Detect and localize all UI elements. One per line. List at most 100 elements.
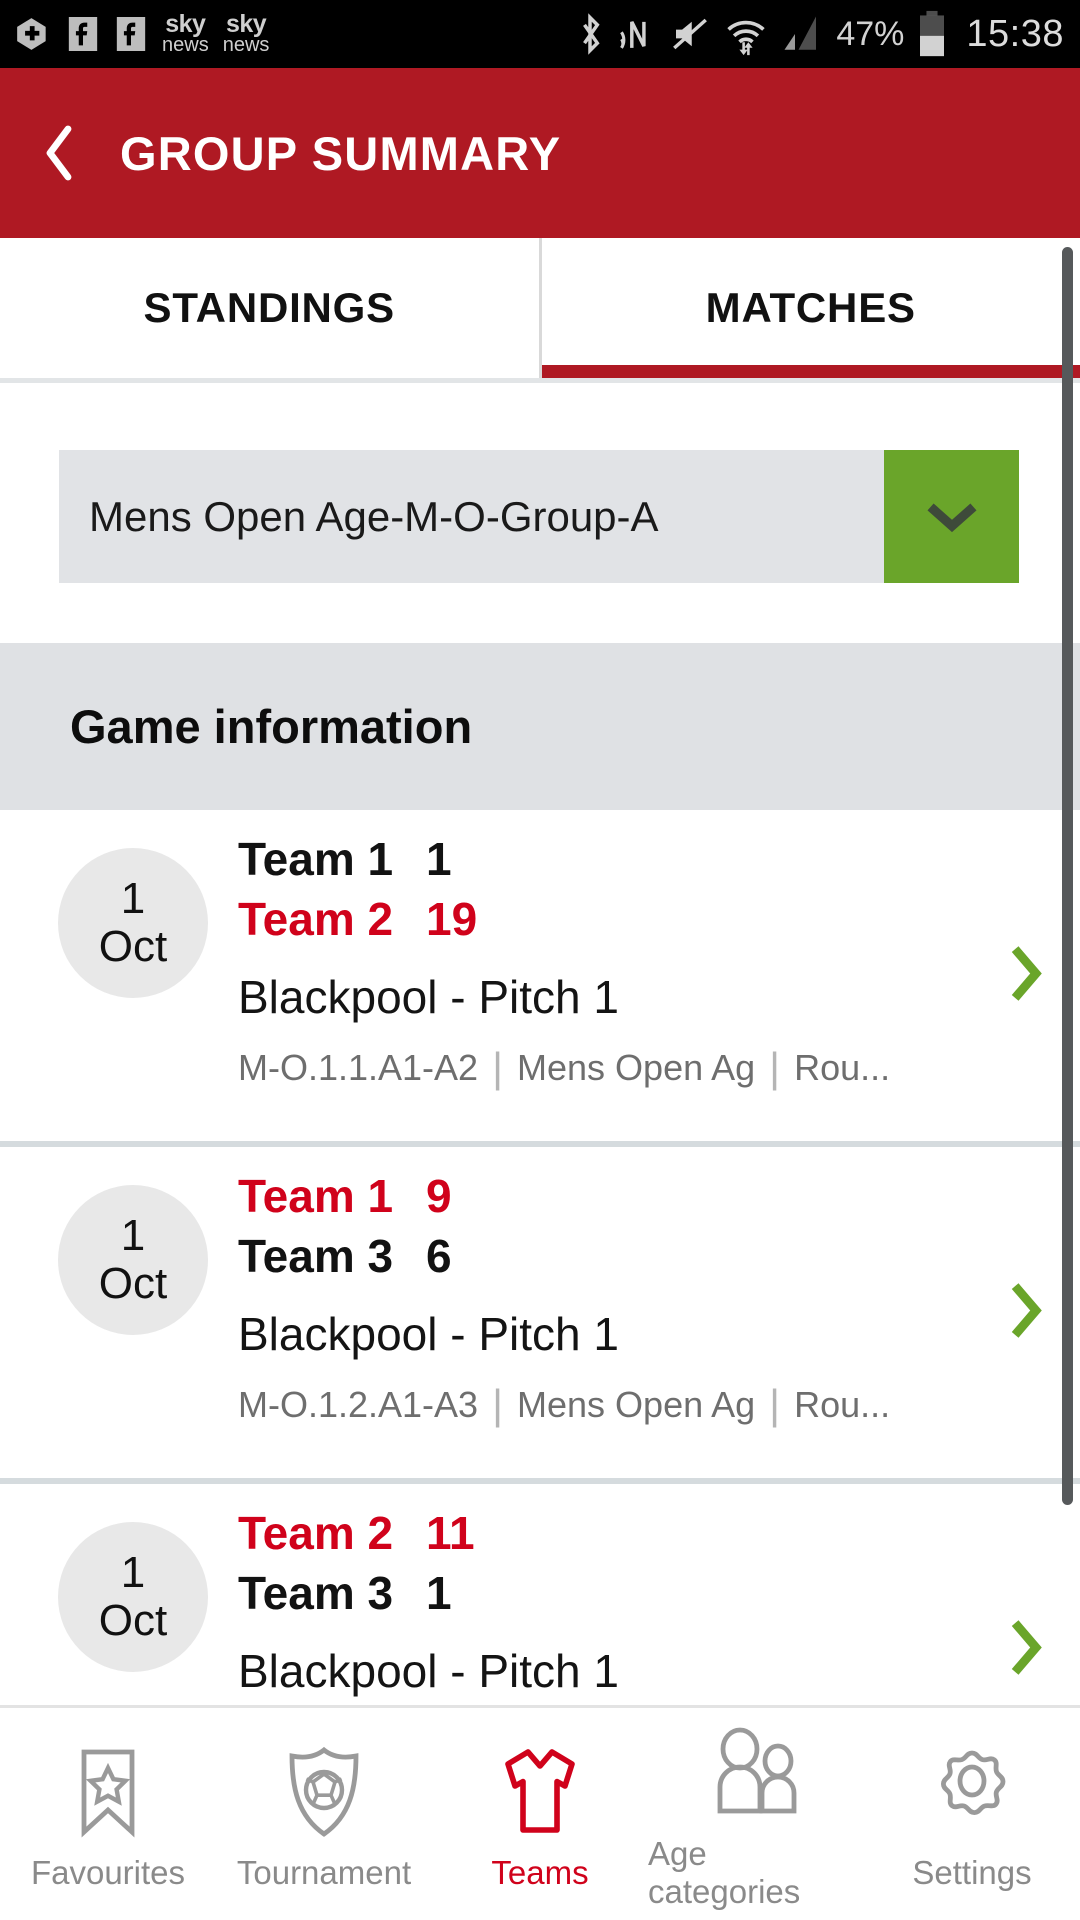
match-list[interactable]: 1 Oct Team 1 1 Team 2 19 Blackpool - Pit… xyxy=(0,810,1080,1705)
vertical-scrollbar[interactable] xyxy=(1062,247,1073,1505)
match-away-team: Team 3 xyxy=(238,1230,394,1282)
sky-news-line2: news xyxy=(222,34,270,57)
nav-label-teams: Teams xyxy=(491,1854,589,1891)
match-home-row: Team 2 11 xyxy=(238,1506,970,1560)
match-open-button[interactable] xyxy=(1006,1618,1046,1681)
shield-ball-icon xyxy=(285,1746,363,1838)
match-meta: M-O.1.1.A1-A2 | Mens Open Ag | Rou... xyxy=(238,1044,970,1092)
match-home-row: Team 1 9 xyxy=(238,1169,970,1223)
match-away-score: 19 xyxy=(426,893,478,945)
nav-label-age-categories: Age categories xyxy=(648,1835,801,1910)
game-information-title: Game information xyxy=(70,700,473,753)
sky-news-icon: sky news xyxy=(162,9,209,57)
match-home-score: 11 xyxy=(426,1507,475,1559)
match-meta-category: Mens Open Ag xyxy=(517,1047,756,1088)
app-root: sky news sky news 47% 15:38 GROUP SUMMAR… xyxy=(0,0,1080,1920)
status-bar-right-icons: 47% 15:38 xyxy=(575,10,1064,58)
match-date-badge: 1 Oct xyxy=(58,1185,208,1335)
tab-standings[interactable]: STANDINGS xyxy=(0,238,542,378)
match-date-day: 1 xyxy=(120,874,146,924)
group-select-toggle-button[interactable] xyxy=(884,450,1019,583)
match-date-badge: 1 Oct xyxy=(58,848,208,998)
match-meta-separator: | xyxy=(492,1381,504,1428)
bookmark-star-icon xyxy=(72,1746,144,1838)
match-date-month: Oct xyxy=(98,922,168,971)
match-home-score: 9 xyxy=(426,1170,452,1222)
facebook-icon xyxy=(68,17,98,51)
match-home-team: Team 1 xyxy=(238,833,394,885)
match-open-button[interactable] xyxy=(1006,944,1046,1007)
match-meta-separator: | xyxy=(492,1044,504,1091)
chevron-right-icon xyxy=(1011,945,1042,1001)
match-venue: Blackpool - Pitch 1 xyxy=(238,1645,619,1697)
gear-icon xyxy=(928,1746,1016,1838)
tab-matches[interactable]: MATCHES xyxy=(541,238,1080,378)
battery-icon xyxy=(920,10,945,57)
chevron-right-icon xyxy=(1011,1619,1042,1675)
group-select-value: Mens Open Age-M-O-Group-A xyxy=(89,492,659,540)
nav-item-age-categories[interactable]: Age categories xyxy=(648,1708,864,1920)
match-date-month: Oct xyxy=(98,1259,168,1308)
page-title: GROUP SUMMARY xyxy=(120,126,562,180)
sky-news-line2: news xyxy=(162,34,209,57)
wifi-icon xyxy=(727,20,766,56)
chevron-right-icon xyxy=(1011,1282,1042,1338)
match-meta-round: Rou... xyxy=(794,1047,891,1088)
table-row[interactable]: 1 Oct Team 1 1 Team 2 19 Blackpool - Pit… xyxy=(0,810,1080,1147)
nav-label-favourites: Favourites xyxy=(30,1854,186,1891)
nfc-icon xyxy=(620,21,646,49)
table-row[interactable]: 1 Oct Team 1 9 Team 3 6 Blackpool - Pitc… xyxy=(0,1147,1080,1484)
mute-icon xyxy=(673,18,708,50)
match-away-team: Team 2 xyxy=(238,893,394,945)
nav-item-tournament[interactable]: Tournament xyxy=(216,1708,432,1920)
status-bar-left-icons: sky news sky news xyxy=(14,9,270,57)
match-home-team: Team 1 xyxy=(238,1170,394,1222)
match-away-team: Team 3 xyxy=(238,1567,394,1619)
group-select[interactable]: Mens Open Age-M-O-Group-A xyxy=(59,450,1019,583)
nav-item-settings[interactable]: Settings xyxy=(864,1708,1080,1920)
match-meta-code: M-O.1.2.A1-A3 xyxy=(238,1384,479,1425)
match-home-team: Team 2 xyxy=(238,1507,394,1559)
match-meta: M-O.1.2.A1-A3 | Mens Open Ag | Rou... xyxy=(238,1381,970,1429)
people-icon xyxy=(708,1727,804,1819)
match-meta-separator: | xyxy=(769,1381,781,1428)
match-venue: Blackpool - Pitch 1 xyxy=(238,971,619,1023)
match-meta-category: Mens Open Ag xyxy=(517,1384,756,1425)
bluetooth-icon xyxy=(583,13,600,55)
match-meta-round: Rou... xyxy=(794,1384,891,1425)
back-button[interactable] xyxy=(0,68,120,238)
add-to-home-icon xyxy=(17,18,46,50)
match-date-badge: 1 Oct xyxy=(58,1522,208,1672)
tab-standings-label: STANDINGS xyxy=(143,284,395,331)
match-home-row: Team 1 1 xyxy=(238,832,970,886)
filter-section: Mens Open Age-M-O-Group-A xyxy=(0,383,1080,643)
status-bar: sky news sky news 47% 15:38 xyxy=(0,0,1080,68)
signal-icon xyxy=(784,16,817,50)
nav-label-tournament: Tournament xyxy=(236,1854,412,1891)
match-date-day: 1 xyxy=(120,1548,146,1598)
sky-news-icon: sky news xyxy=(222,9,270,57)
status-bar-clock: 15:38 xyxy=(966,12,1064,55)
table-row[interactable]: 1 Oct Team 2 11 Team 3 1 Blackpool - Pit… xyxy=(0,1484,1080,1705)
battery-percent-label: 47% xyxy=(836,14,905,53)
sky-news-line1: sky xyxy=(225,9,267,38)
match-venue: Blackpool - Pitch 1 xyxy=(238,1308,619,1360)
nav-item-favourites[interactable]: Favourites xyxy=(0,1708,216,1920)
game-information-header: Game information xyxy=(0,643,1080,810)
match-meta-code: M-O.1.1.A1-A2 xyxy=(238,1047,479,1088)
tab-bar: STANDINGS MATCHES xyxy=(0,238,1080,378)
bottom-navigation: Favourites Tournament Teams Age categori… xyxy=(0,1705,1080,1920)
tab-matches-label: MATCHES xyxy=(705,284,916,331)
match-away-row: Team 3 1 xyxy=(238,1566,970,1620)
chevron-left-icon xyxy=(46,125,72,181)
match-away-row: Team 2 19 xyxy=(238,892,970,946)
facebook-icon xyxy=(116,17,146,51)
nav-label-settings: Settings xyxy=(912,1854,1032,1891)
match-away-row: Team 3 6 xyxy=(238,1229,970,1283)
match-details: Team 1 1 Team 2 19 Blackpool - Pitch 1 M… xyxy=(238,832,970,1092)
nav-item-teams[interactable]: Teams xyxy=(432,1708,648,1920)
sky-news-line1: sky xyxy=(165,9,206,38)
match-date-month: Oct xyxy=(98,1596,168,1645)
match-open-button[interactable] xyxy=(1006,1281,1046,1344)
match-details: Team 1 9 Team 3 6 Blackpool - Pitch 1 M-… xyxy=(238,1169,970,1429)
